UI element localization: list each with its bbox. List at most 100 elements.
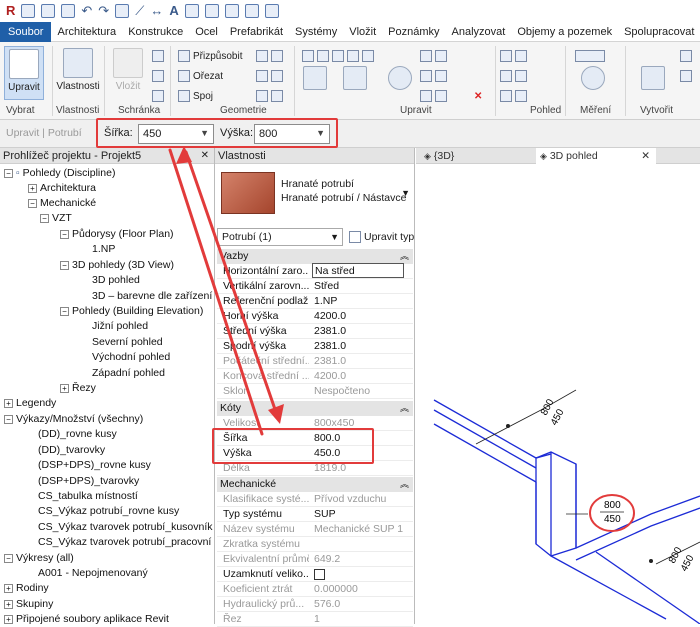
- prop-row[interactable]: Spodní výška 2381.0: [217, 339, 413, 354]
- tree-item[interactable]: CS_Výkaz tvarovek potrubí_pracovní: [38, 535, 211, 550]
- collapse-icon[interactable]: −: [60, 306, 69, 316]
- tree-item[interactable]: − ▫ Pohledy (Discipline): [4, 166, 115, 181]
- tab-spolupracovat[interactable]: Spolupracovat: [618, 22, 700, 42]
- collapse-icon[interactable]: −: [60, 260, 69, 270]
- create-icon[interactable]: [638, 64, 668, 94]
- create-tools-icon[interactable]: [680, 68, 692, 84]
- tree-item[interactable]: − Půdorysy (Floor Plan): [60, 227, 174, 242]
- tree-item[interactable]: 1.NP: [92, 242, 115, 257]
- section-vazby[interactable]: Vazby ︽: [217, 249, 413, 264]
- collapse-icon[interactable]: −: [4, 553, 13, 563]
- tree-item[interactable]: + Připojené soubory aplikace Revit: [4, 612, 169, 627]
- section-icon[interactable]: [204, 4, 219, 18]
- measure-icon[interactable]: [578, 64, 608, 94]
- tree-item[interactable]: CS_Výkaz potrubí_rovne kusy: [38, 504, 179, 519]
- prop-row[interactable]: Vertikální zarovn... Střed: [217, 279, 413, 294]
- group-vybrat[interactable]: Vybrat: [6, 105, 35, 116]
- tree-item[interactable]: + Řezy: [60, 381, 96, 396]
- tab-systemy[interactable]: Systémy: [289, 22, 343, 42]
- collapse-icon[interactable]: −: [40, 213, 49, 223]
- tree-item[interactable]: + Legendy: [4, 396, 56, 411]
- join-button[interactable]: Spoj: [178, 88, 213, 104]
- dimension-icon[interactable]: ↔: [150, 4, 163, 18]
- geometry-tool-icon[interactable]: [256, 68, 283, 84]
- mirror-icon[interactable]: [340, 64, 370, 94]
- tab-vlozit[interactable]: Vložit: [343, 22, 382, 42]
- tab-soubor[interactable]: Soubor: [0, 21, 52, 42]
- instance-filter[interactable]: Potrubí (1) ▼: [217, 228, 343, 246]
- tree-item[interactable]: − Pohledy (Building Elevation): [60, 304, 203, 319]
- tab-konstrukce[interactable]: Konstrukce: [122, 22, 189, 42]
- expand-icon[interactable]: +: [4, 614, 13, 624]
- tab-prefabrikat[interactable]: Prefabrikát: [224, 22, 289, 42]
- tree-item[interactable]: + Rodiny: [4, 581, 49, 596]
- chevron-down-icon[interactable]: ▼: [401, 188, 410, 198]
- tab-architektura[interactable]: Architektura: [51, 22, 122, 42]
- offset-icon[interactable]: [300, 64, 330, 94]
- tree-item[interactable]: (DSP+DPS)_tvarovky: [38, 474, 139, 489]
- tree-item[interactable]: −3D pohledy (3D View): [60, 258, 174, 273]
- modify-button[interactable]: Upravit: [4, 46, 44, 100]
- tree-item[interactable]: Jižní pohled: [92, 319, 148, 334]
- tree-item[interactable]: Východní pohled: [92, 350, 170, 365]
- modify-tools-icon[interactable]: [420, 88, 447, 104]
- delete-icon[interactable]: ✕: [474, 88, 482, 104]
- collapse-icon[interactable]: −: [60, 229, 69, 239]
- paste-button[interactable]: Vložit: [108, 46, 148, 100]
- close-icon[interactable]: ✕: [201, 148, 209, 164]
- close-windows-icon[interactable]: [244, 4, 259, 18]
- properties-button[interactable]: Vlastnosti: [56, 46, 100, 100]
- switch-windows-icon[interactable]: [264, 4, 279, 18]
- tab-objemy[interactable]: Objemy a pozemek: [511, 22, 618, 42]
- cut-geometry-button[interactable]: Ořezat: [178, 68, 223, 84]
- type-selector[interactable]: Hranaté potrubí Hranaté potrubí / Nástav…: [217, 166, 413, 222]
- tree-item[interactable]: + Skupiny: [4, 597, 53, 612]
- tab-3d[interactable]: ◈ {3D}: [420, 148, 530, 164]
- section-mechanicke[interactable]: Mechanické ︽: [217, 477, 413, 492]
- geometry-tool-icon[interactable]: [256, 48, 283, 64]
- expand-icon[interactable]: +: [60, 383, 69, 393]
- collapse-icon[interactable]: −: [4, 168, 13, 178]
- modify-tools-icon[interactable]: [420, 68, 447, 84]
- tree-item[interactable]: Severní pohled: [92, 335, 163, 350]
- modify-tools-icon[interactable]: [420, 48, 447, 64]
- expand-icon[interactable]: +: [28, 183, 37, 193]
- duct-3d-canvas[interactable]: 800 450 800 450 800 450: [416, 164, 700, 624]
- create-tools-icon[interactable]: [680, 48, 692, 64]
- tree-item[interactable]: − VZT: [40, 211, 72, 226]
- tree-item[interactable]: + Architektura: [28, 181, 96, 196]
- tab-3d-pohled[interactable]: ◈ 3D pohled ✕: [536, 148, 656, 164]
- expand-icon[interactable]: +: [4, 398, 13, 408]
- tree-item[interactable]: A001 - Nepojmenovaný: [38, 566, 148, 581]
- tree-item[interactable]: − Výkazy/Množství (všechny): [4, 412, 143, 427]
- prop-row[interactable]: Horizontální zaro... Na střed: [217, 263, 413, 279]
- undo-icon[interactable]: ↶: [81, 4, 92, 18]
- redo-icon[interactable]: ↷: [98, 4, 109, 18]
- tree-item[interactable]: 3D pohled: [92, 273, 140, 288]
- geometry-tool-icon[interactable]: [256, 88, 283, 104]
- expand-icon[interactable]: +: [4, 583, 13, 593]
- prop-row[interactable]: Střední výška 2381.0: [217, 324, 413, 339]
- view-tools-icon[interactable]: [500, 68, 527, 84]
- thin-lines-icon[interactable]: [224, 4, 239, 18]
- tree-item[interactable]: (DSP+DPS)_rovne kusy: [38, 458, 151, 473]
- cope-button[interactable]: Přizpůsobit: [178, 48, 242, 64]
- sync-icon[interactable]: [61, 4, 76, 18]
- revit-logo-icon[interactable]: R: [6, 4, 15, 18]
- tree-item[interactable]: CS_tabulka místností: [38, 489, 138, 504]
- collapse-icon[interactable]: −: [28, 198, 37, 208]
- align-icon[interactable]: [302, 48, 374, 64]
- cut-icon[interactable]: [152, 48, 164, 64]
- view-tools-icon[interactable]: [500, 48, 527, 64]
- prop-row[interactable]: Typ systému SUP: [217, 507, 413, 522]
- open-icon[interactable]: [21, 4, 36, 18]
- prop-row[interactable]: Horní výška 4200.0: [217, 309, 413, 324]
- tab-poznamky[interactable]: Poznámky: [382, 22, 445, 42]
- prop-row[interactable]: Uzamknutí veliko...: [217, 567, 413, 582]
- 3d-view-icon[interactable]: [184, 4, 199, 18]
- edit-type-button[interactable]: Upravit typ: [349, 228, 415, 246]
- tree-item[interactable]: CS_Výkaz tvarovek potrubí_kusovník: [38, 520, 213, 535]
- tree-item[interactable]: − Výkresy (all): [4, 551, 74, 566]
- prop-row[interactable]: Referenční podlaží 1.NP: [217, 294, 413, 309]
- tree-item[interactable]: 3D – barevne dle zařízení: [92, 289, 212, 304]
